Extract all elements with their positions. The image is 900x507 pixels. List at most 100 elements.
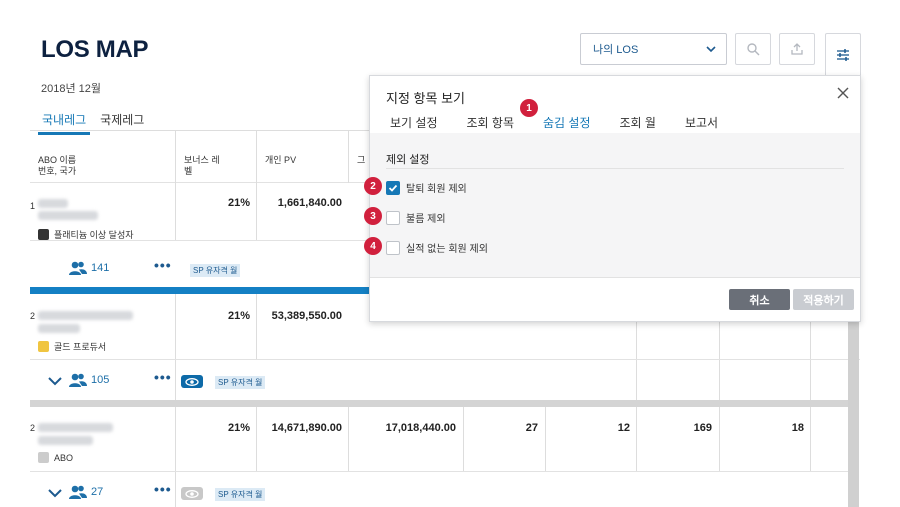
row-index: 2 bbox=[30, 311, 36, 321]
row-divider bbox=[30, 359, 860, 360]
cancel-button[interactable]: 취소 bbox=[729, 289, 790, 310]
page-title: LOS MAP bbox=[41, 36, 149, 63]
col-divider bbox=[175, 291, 176, 401]
sp-qualified-tag: SP 유자격 월 bbox=[190, 264, 241, 277]
section-divider bbox=[386, 168, 844, 169]
callout-badge: 1 bbox=[520, 99, 538, 117]
row-legend: 골드 프로듀서 bbox=[38, 340, 106, 353]
chevron-down-icon[interactable] bbox=[48, 488, 62, 498]
eye-icon[interactable] bbox=[181, 375, 203, 388]
downline-count[interactable]: 141 bbox=[68, 260, 109, 276]
callout-badge: 3 bbox=[364, 207, 382, 225]
header-group: 그 bbox=[357, 155, 366, 165]
abo-name-redacted bbox=[38, 199, 68, 208]
view-settings-panel: 지정 항목 보기 보기 설정 조회 항목 숨김 설정 조회 월 보고서 제외 설… bbox=[369, 75, 861, 322]
col-divider bbox=[810, 321, 811, 471]
abo-number-redacted bbox=[38, 324, 80, 333]
option-label: 실적 없는 회원 제외 bbox=[406, 244, 488, 255]
bonus-value: 21% bbox=[227, 422, 250, 434]
personal-pv-value: 53,389,550.00 bbox=[271, 310, 342, 322]
personal-pv-value: 1,661,840.00 bbox=[277, 197, 342, 209]
exclude-section-title: 제외 설정 bbox=[386, 154, 430, 166]
legend-label: ABO bbox=[54, 452, 74, 463]
close-icon[interactable] bbox=[836, 86, 850, 100]
row-divider bbox=[30, 471, 848, 472]
col-divider bbox=[175, 131, 176, 240]
cell-value: 12 bbox=[617, 422, 630, 434]
filter-settings-icon bbox=[837, 48, 849, 61]
check-icon bbox=[388, 184, 398, 192]
downline-count[interactable]: 27 bbox=[68, 484, 103, 500]
more-options-icon[interactable]: ••• bbox=[154, 257, 172, 273]
panel-body: 제외 설정 탈퇴 회원 제외 불름 제외 실적 없는 회원 제외 bbox=[370, 133, 860, 277]
search-button[interactable] bbox=[735, 33, 771, 65]
col-divider bbox=[463, 403, 464, 471]
people-icon bbox=[69, 261, 87, 275]
export-button[interactable] bbox=[779, 33, 815, 65]
row-index: 1 bbox=[30, 201, 36, 211]
filter-settings-button[interactable] bbox=[825, 33, 861, 75]
col-divider bbox=[545, 403, 546, 471]
downline-count-value: 141 bbox=[91, 262, 110, 274]
period-label: 2018년 12월 bbox=[41, 83, 102, 95]
cell-value: 169 bbox=[693, 422, 712, 434]
personal-pv-value: 14,671,890.00 bbox=[271, 422, 342, 434]
more-options-icon[interactable]: ••• bbox=[154, 369, 172, 385]
checkbox-checked[interactable] bbox=[386, 180, 400, 195]
col-divider bbox=[256, 403, 257, 471]
callout-badge: 4 bbox=[364, 237, 382, 255]
checkbox[interactable] bbox=[386, 210, 400, 225]
header-bonus-line2: 벨 bbox=[184, 166, 193, 176]
downline-count-value: 105 bbox=[91, 374, 110, 386]
apply-button[interactable]: 적용하기 bbox=[793, 289, 854, 310]
option-exclude-no-performance[interactable]: 실적 없는 회원 제외 bbox=[386, 240, 488, 255]
downline-count[interactable]: 105 bbox=[68, 372, 109, 388]
los-select[interactable]: 나의 LOS bbox=[580, 33, 727, 65]
row-index: 2 bbox=[30, 423, 36, 433]
legend-label: 골드 프로듀서 bbox=[54, 342, 107, 352]
vertical-scrollbar[interactable] bbox=[848, 322, 859, 507]
chevron-down-icon bbox=[706, 46, 716, 53]
checkbox[interactable] bbox=[386, 240, 400, 255]
legend-swatch bbox=[38, 452, 49, 463]
cell-value: 27 bbox=[525, 422, 538, 434]
export-icon bbox=[791, 43, 803, 55]
legend-swatch bbox=[38, 229, 49, 240]
col-divider bbox=[256, 131, 257, 241]
header-abo: ABO 이름 번호, 국가 bbox=[38, 155, 76, 177]
header-abo-line2: 번호, 국가 bbox=[38, 166, 77, 176]
footer-divider bbox=[370, 277, 860, 278]
cell-value: 18 bbox=[791, 422, 804, 434]
option-label: 탈퇴 회원 제외 bbox=[406, 184, 467, 195]
abo-number-redacted bbox=[38, 436, 93, 445]
people-icon bbox=[69, 485, 87, 499]
row-selected-bar bbox=[30, 287, 370, 294]
header-abo-line1: ABO 이름 bbox=[38, 155, 77, 165]
panel-title: 지정 항목 보기 bbox=[386, 91, 465, 106]
group-pv-value: 17,018,440.00 bbox=[385, 422, 456, 434]
option-exclude-withdrawn[interactable]: 탈퇴 회원 제외 bbox=[386, 180, 467, 195]
legend-swatch bbox=[38, 341, 49, 352]
row-legend: ABO bbox=[38, 452, 73, 463]
abo-name-redacted bbox=[38, 311, 133, 320]
bonus-value: 21% bbox=[227, 310, 250, 322]
col-divider bbox=[719, 321, 720, 471]
chevron-down-icon[interactable] bbox=[48, 376, 62, 386]
los-select-value: 나의 LOS bbox=[593, 44, 639, 56]
option-exclude-bulk[interactable]: 불름 제외 bbox=[386, 210, 446, 225]
eye-icon[interactable] bbox=[181, 487, 203, 500]
header-bonus-line1: 보너스 레 bbox=[184, 155, 220, 165]
abo-number-redacted bbox=[38, 211, 98, 220]
header-bonus: 보너스 레벨 bbox=[184, 155, 220, 177]
sp-qualified-tag: SP 유자격 월 bbox=[215, 376, 266, 389]
sp-qualified-tag: SP 유자격 월 bbox=[215, 488, 266, 501]
header-personal-pv: 개인 PV bbox=[265, 155, 297, 165]
downline-count-value: 27 bbox=[91, 486, 104, 498]
col-divider bbox=[256, 291, 257, 359]
callout-badge: 2 bbox=[364, 177, 382, 195]
col-divider bbox=[348, 403, 349, 471]
col-divider bbox=[175, 401, 176, 507]
col-divider bbox=[636, 321, 637, 471]
more-options-icon[interactable]: ••• bbox=[154, 481, 172, 497]
row-group-bar bbox=[30, 400, 848, 407]
